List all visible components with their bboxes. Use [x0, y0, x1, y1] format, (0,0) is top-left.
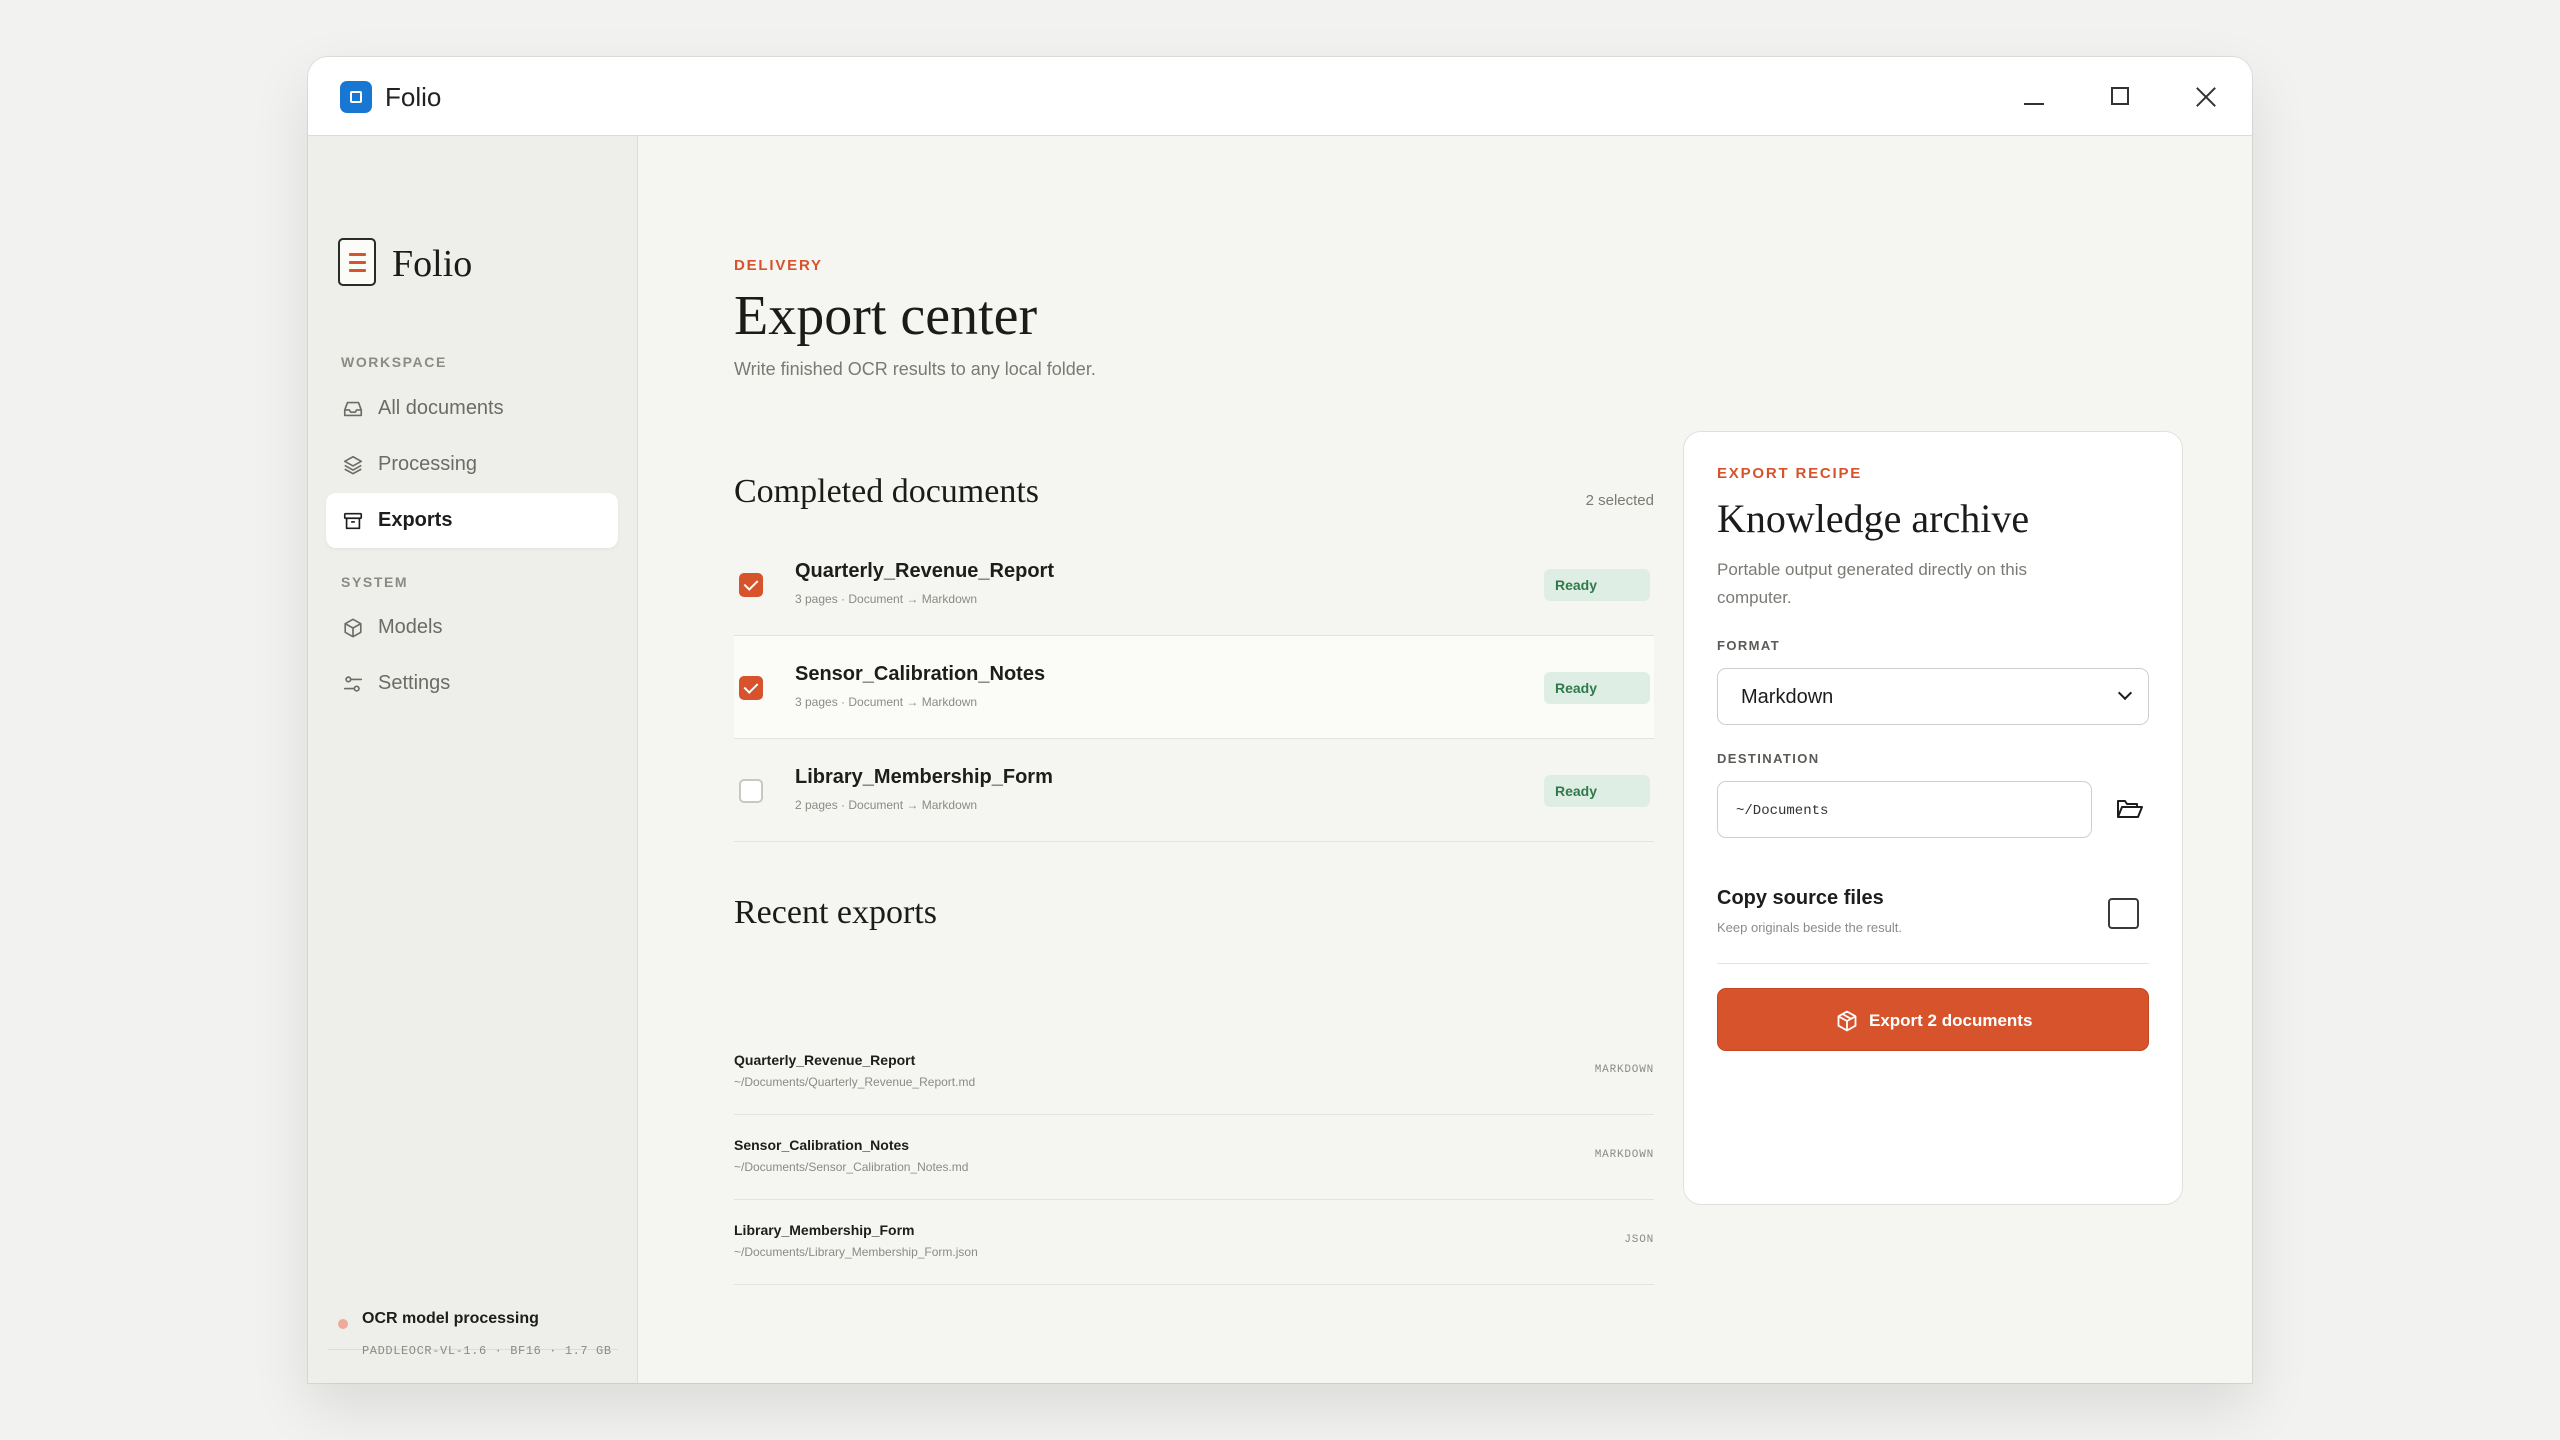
recent-exports-heading: Recent exports	[734, 894, 937, 931]
format-select[interactable]: Markdown	[1717, 668, 2149, 725]
sidebar-item-all-documents[interactable]: All documents	[326, 381, 618, 436]
document-row[interactable]: Library_Membership_Form 2 pages · Docume…	[734, 739, 1654, 842]
document-meta: 3 pages · Document → Markdown	[795, 592, 978, 606]
card-divider	[1717, 963, 2149, 964]
selected-count: 2 selected	[1585, 492, 1654, 509]
sidebar-item-label: Processing	[378, 453, 477, 475]
sidebar-item-label: All documents	[378, 397, 504, 419]
card-eyebrow: EXPORT RECIPE	[1717, 465, 1863, 482]
export-name: Quarterly_Revenue_Report	[734, 1052, 916, 1068]
document-name: Sensor_Calibration_Notes	[795, 663, 1046, 685]
cube-icon	[344, 618, 362, 638]
document-checkbox[interactable]	[739, 676, 763, 700]
inbox-icon	[343, 401, 363, 417]
brand-name: Folio	[392, 243, 473, 285]
page-eyebrow: DELIVERY	[734, 257, 823, 274]
document-row[interactable]: Sensor_Calibration_Notes 3 pages · Docum…	[734, 636, 1654, 739]
maximize-button[interactable]	[2098, 75, 2142, 119]
archive-icon	[343, 512, 363, 530]
folder-open-icon[interactable]	[2109, 789, 2149, 829]
minimize-button[interactable]	[2012, 75, 2056, 119]
section-label-system: SYSTEM	[341, 574, 409, 590]
document-checkbox[interactable]	[739, 779, 763, 803]
document-meta: 2 pages · Document → Markdown	[795, 798, 978, 812]
export-recipe-card: EXPORT RECIPE Knowledge archive Portable…	[1683, 431, 2183, 1205]
export-row[interactable]: Sensor_Calibration_Notes ~/Documents/Sen…	[734, 1115, 1654, 1200]
format-selected-value: Markdown	[1741, 686, 1834, 708]
export-path: ~/Documents/Library_Membership_Form.json	[734, 1245, 978, 1259]
app-logo-icon	[340, 81, 372, 113]
document-meta: 3 pages · Document → Markdown	[795, 695, 978, 709]
title-bar: Folio	[308, 57, 2252, 136]
sliders-icon	[343, 676, 363, 692]
package-icon	[1837, 1010, 1857, 1032]
destination-field[interactable]: ~/Documents	[1717, 781, 2092, 838]
sidebar: Folio WORKSPACE All documents Processing…	[308, 136, 638, 1383]
copy-source-checkbox[interactable]	[2108, 898, 2139, 929]
window-title: Folio	[385, 82, 442, 112]
destination-value: ~/Documents	[1736, 803, 1829, 819]
export-format: MARKDOWN	[1594, 1064, 1654, 1076]
export-name: Library_Membership_Form	[734, 1222, 915, 1238]
sidebar-item-processing[interactable]: Processing	[326, 437, 618, 492]
page-title: Export center	[734, 285, 1038, 347]
export-button[interactable]: Export 2 documents	[1717, 988, 2149, 1051]
status-badge: Ready	[1544, 672, 1650, 704]
model-status-title: OCR model processing	[362, 1310, 539, 1327]
document-name: Library_Membership_Form	[795, 766, 1053, 788]
export-format: MARKDOWN	[1594, 1149, 1654, 1161]
format-label: FORMAT	[1717, 638, 1781, 653]
layers-icon	[343, 455, 363, 475]
document-logo-icon	[338, 238, 376, 286]
sidebar-item-label: Models	[378, 616, 443, 638]
export-path: ~/Documents/Quarterly_Revenue_Report.md	[734, 1075, 976, 1089]
status-badge: Ready	[1544, 569, 1650, 601]
copy-source-subtitle: Keep originals beside the result.	[1717, 920, 1903, 935]
close-button[interactable]	[2184, 75, 2228, 119]
document-row[interactable]: Quarterly_Revenue_Report 3 pages · Docum…	[734, 533, 1654, 636]
status-badge: Ready	[1544, 775, 1650, 807]
recipe-description: Portable output generated directly on th…	[1717, 560, 2027, 607]
section-label-workspace: WORKSPACE	[341, 354, 447, 370]
sidebar-item-exports[interactable]: Exports	[326, 493, 618, 548]
export-button-label: Export 2 documents	[1869, 1011, 2033, 1030]
sidebar-item-models[interactable]: Models	[326, 600, 618, 655]
export-path: ~/Documents/Sensor_Calibration_Notes.md	[734, 1160, 969, 1174]
status-dot-icon	[338, 1319, 348, 1329]
export-row[interactable]: Quarterly_Revenue_Report ~/Documents/Qua…	[734, 1030, 1654, 1115]
export-row[interactable]: Library_Membership_Form ~/Documents/Libr…	[734, 1200, 1654, 1285]
page-subtitle: Write finished OCR results to any local …	[734, 359, 1096, 379]
copy-source-title: Copy source files	[1717, 887, 1884, 909]
recipe-title: Knowledge archive	[1717, 496, 2030, 541]
sidebar-item-label: Exports	[378, 509, 453, 531]
main-content: DELIVERY Export center Write finished OC…	[639, 136, 2252, 1383]
completed-heading: Completed documents	[734, 473, 1040, 510]
sidebar-item-settings[interactable]: Settings	[326, 656, 618, 711]
export-format: JSON	[1624, 1234, 1654, 1246]
sidebar-item-label: Settings	[378, 672, 451, 694]
document-checkbox[interactable]	[739, 573, 763, 597]
export-name: Sensor_Calibration_Notes	[734, 1137, 910, 1153]
model-status-detail: PADDLEOCR-VL-1.6 · BF16 · 1.7 GB	[362, 1344, 612, 1358]
app-window: Folio Folio WORKSPACE All documents Proc…	[308, 57, 2252, 1383]
document-name: Quarterly_Revenue_Report	[795, 560, 1054, 582]
destination-label: DESTINATION	[1717, 751, 1820, 766]
chevron-down-icon	[2117, 685, 2133, 701]
